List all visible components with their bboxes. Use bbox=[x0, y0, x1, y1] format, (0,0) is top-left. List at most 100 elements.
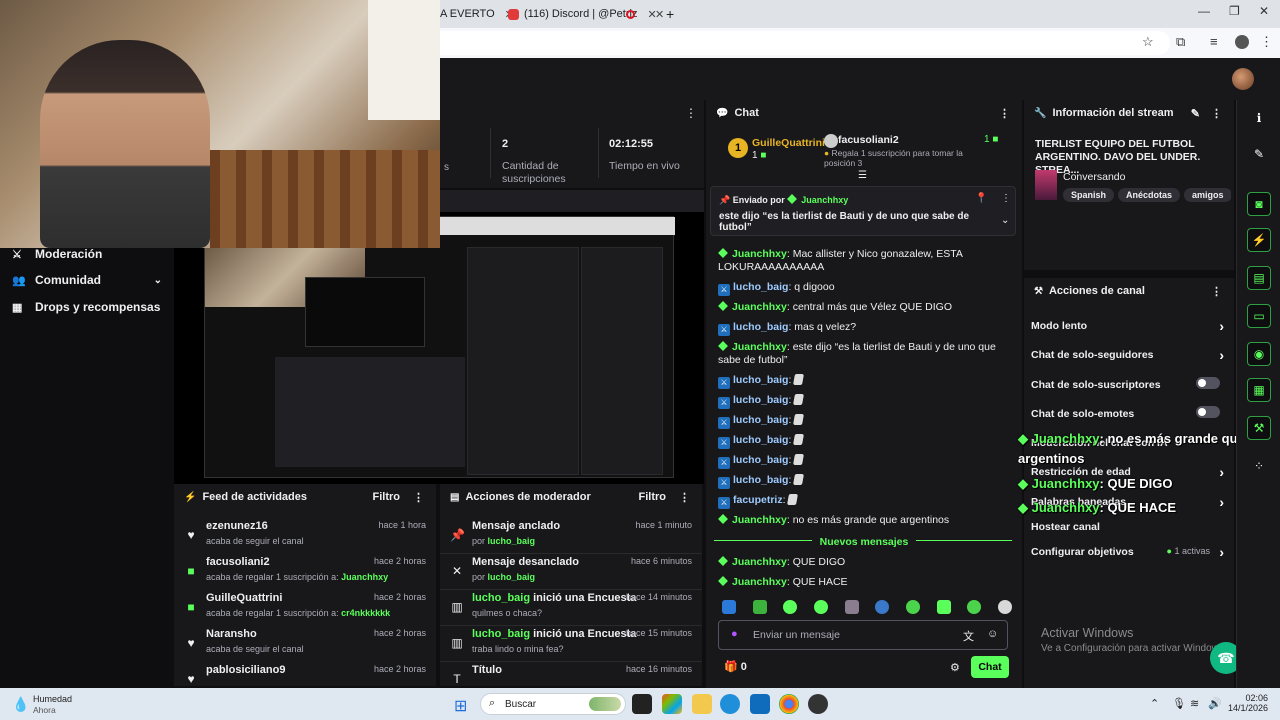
emoji-icon[interactable]: ☺ bbox=[987, 628, 998, 640]
minimize-icon[interactable]: — bbox=[1198, 4, 1210, 18]
tab-recording[interactable]: ✕ bbox=[626, 4, 664, 24]
list-item[interactable]: ▥ lucho_baig inició una Encuesta hace 15… bbox=[440, 626, 702, 662]
list-item[interactable]: ♥ Naransho hace 2 horas acaba de seguir … bbox=[174, 626, 436, 662]
list-item[interactable]: ✕ Mensaje desanclado hace 6 minutos por … bbox=[440, 554, 702, 590]
camera-icon[interactable]: ◙ bbox=[1247, 192, 1271, 216]
edge-icon[interactable] bbox=[720, 694, 740, 714]
more-icon[interactable]: ⋮ bbox=[1211, 285, 1222, 298]
chat-input[interactable]: ● Enviar un mensaje 文 ☺ bbox=[718, 620, 1008, 650]
emote-icon[interactable] bbox=[783, 600, 798, 614]
star-icon[interactable]: ☆ bbox=[1142, 34, 1154, 50]
category-name[interactable]: Conversando bbox=[1063, 171, 1125, 183]
gift-user[interactable]: facusoliani2 bbox=[838, 134, 899, 146]
tag[interactable]: Spanish bbox=[1063, 188, 1115, 202]
stream-preview[interactable] bbox=[174, 212, 704, 484]
subs-only-toggle[interactable] bbox=[1196, 377, 1220, 389]
apps-icon[interactable]: ⁘ bbox=[1247, 454, 1271, 478]
emote-icon[interactable] bbox=[875, 600, 890, 614]
send-button[interactable]: Chat bbox=[971, 656, 1009, 678]
volume-icon[interactable]: 🔊 bbox=[1208, 697, 1222, 710]
more-icon[interactable]: ⋮ bbox=[685, 106, 697, 120]
list-item[interactable]: 📌 Mensaje anclado hace 1 minuto por luch… bbox=[440, 518, 702, 554]
search-box[interactable]: ⌕ Buscar bbox=[480, 693, 626, 715]
chevron-right-icon: › bbox=[1219, 544, 1224, 560]
new-tab-button[interactable]: + bbox=[666, 4, 674, 24]
emote-icon[interactable] bbox=[844, 600, 859, 614]
chevron-up-icon[interactable]: ⌃ bbox=[1150, 697, 1159, 710]
chrome-icon[interactable] bbox=[779, 694, 799, 714]
tag[interactable]: amigos bbox=[1184, 188, 1231, 202]
weather-icon[interactable]: 💧 bbox=[12, 696, 29, 713]
grid-icon[interactable]: ▦ bbox=[1247, 378, 1271, 402]
start-icon[interactable]: ⊞ bbox=[454, 696, 467, 716]
pencil-icon[interactable]: ✎ bbox=[1247, 142, 1271, 166]
mic-icon[interactable]: ● bbox=[731, 628, 738, 640]
divider bbox=[598, 128, 599, 178]
goals-row[interactable]: Configurar objetivos ● 1 activas › bbox=[1031, 544, 1224, 560]
bolt-icon[interactable]: ⚡ bbox=[1247, 228, 1271, 252]
document-icon[interactable]: ▤ bbox=[1247, 266, 1271, 290]
wrench-icon[interactable]: ⚒ bbox=[1247, 416, 1271, 440]
emote-icon[interactable] bbox=[936, 600, 951, 614]
folder-icon[interactable] bbox=[692, 694, 712, 714]
emote-icon[interactable] bbox=[997, 600, 1012, 614]
emote-icon[interactable] bbox=[905, 600, 920, 614]
slow-mode-row[interactable]: Modo lento › bbox=[1031, 318, 1224, 334]
filter-button[interactable]: Filtro bbox=[373, 491, 401, 503]
info-icon[interactable]: ℹ bbox=[1247, 106, 1271, 130]
list-item[interactable]: ♥ pablosiciliano9 hace 2 horas bbox=[174, 662, 436, 684]
weather-label[interactable]: Humedad bbox=[33, 694, 72, 704]
gear-icon[interactable]: ⚙ bbox=[950, 661, 960, 674]
mic-icon[interactable]: 🎙 bbox=[1172, 697, 1186, 710]
avatar[interactable] bbox=[1232, 68, 1254, 90]
nav-moderacion[interactable]: ⚔ Moderación bbox=[12, 247, 102, 261]
more-icon[interactable]: ⋮ bbox=[1211, 107, 1222, 120]
filter-button[interactable]: Filtro bbox=[639, 491, 667, 503]
more-icon[interactable]: ⋮ bbox=[1001, 193, 1011, 204]
emotes-only-toggle[interactable] bbox=[1196, 406, 1220, 418]
more-icon[interactable]: ⋮ bbox=[413, 491, 424, 504]
pencil-icon[interactable]: ✎ bbox=[1191, 107, 1200, 120]
list-item[interactable]: ▥ lucho_baig inició una Encuesta hace 14… bbox=[440, 590, 702, 626]
pin-icon[interactable]: 📍 bbox=[975, 193, 987, 204]
store-icon[interactable] bbox=[750, 694, 770, 714]
more-icon[interactable]: ⋮ bbox=[679, 491, 690, 504]
broadcast-icon[interactable]: ◉ bbox=[1247, 342, 1271, 366]
close-window-icon[interactable]: ✕ bbox=[1259, 4, 1269, 18]
emote-icon[interactable] bbox=[752, 600, 767, 614]
chat-icon[interactable]: ▭ bbox=[1247, 304, 1271, 328]
followers-only-row[interactable]: Chat de solo-seguidores › bbox=[1031, 347, 1224, 363]
list-item[interactable]: ■ GuilleQuattrini hace 2 horas acaba de … bbox=[174, 590, 436, 626]
nav-drops[interactable]: ▦ Drops y recompensas bbox=[12, 300, 160, 314]
close-icon[interactable]: ✕ bbox=[655, 8, 664, 21]
nav-comunidad[interactable]: 👥 Comunidad ⌄ bbox=[12, 273, 162, 287]
wifi-icon[interactable]: ≋ bbox=[1190, 697, 1199, 710]
menu-icon[interactable]: ⋮ bbox=[1260, 34, 1273, 50]
profile-icon[interactable] bbox=[1235, 35, 1249, 49]
emote-icon[interactable] bbox=[813, 600, 828, 614]
list-item[interactable]: ♥ ezenunez16 hace 1 hora acaba de seguir… bbox=[174, 518, 436, 554]
extensions-icon[interactable]: ⧉ bbox=[1176, 34, 1185, 50]
list-item[interactable]: ■ facusoliani2 hace 2 horas acaba de reg… bbox=[174, 554, 436, 590]
tab-everton[interactable]: A EVERTO✕ bbox=[440, 4, 514, 24]
host-channel-row[interactable]: Hostear canal bbox=[1031, 521, 1224, 533]
maximize-icon[interactable]: ❐ bbox=[1229, 4, 1240, 18]
category-art[interactable] bbox=[1035, 170, 1057, 200]
clock[interactable]: 02:06 14/1/2026 bbox=[1226, 693, 1268, 713]
queue-icon[interactable]: ≡ bbox=[1210, 34, 1218, 49]
more-icon[interactable]: ⋮ bbox=[999, 107, 1010, 120]
task-view-icon[interactable] bbox=[632, 694, 652, 714]
top-gifter-name[interactable]: GuilleQuattrini bbox=[752, 137, 825, 149]
tag[interactable]: Anécdotas bbox=[1118, 188, 1181, 202]
collapse-icon[interactable]: ☰ bbox=[858, 170, 867, 181]
gift-icon: ■ bbox=[187, 564, 195, 578]
emote-icon[interactable] bbox=[722, 600, 736, 614]
chevron-down-icon[interactable]: ⌄ bbox=[1001, 215, 1009, 226]
points-display[interactable]: 🎁 0 bbox=[724, 660, 747, 673]
translate-icon[interactable]: 文 bbox=[963, 628, 974, 644]
gift-icon: 🎁 bbox=[724, 661, 738, 673]
obs-icon[interactable] bbox=[808, 694, 828, 714]
copilot-icon[interactable] bbox=[662, 694, 682, 714]
emote-icon[interactable] bbox=[967, 600, 982, 614]
list-item[interactable]: T Título hace 16 minutos bbox=[440, 662, 702, 684]
